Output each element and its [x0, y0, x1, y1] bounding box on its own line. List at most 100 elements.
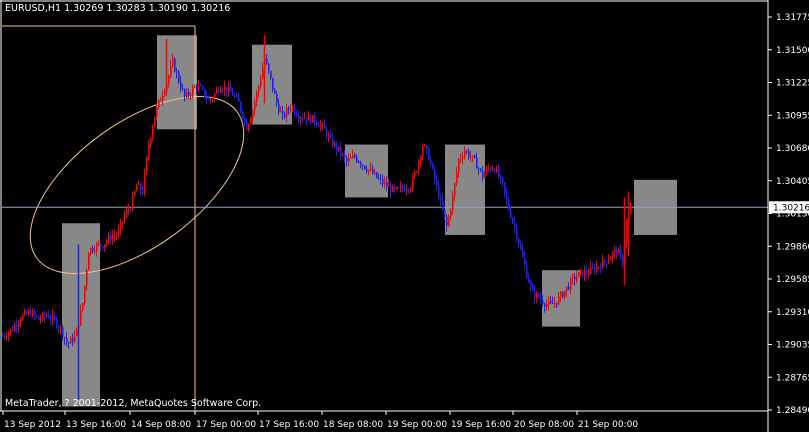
- candle-body: [180, 81, 182, 89]
- candle-body: [488, 167, 490, 169]
- candle-body: [344, 154, 346, 158]
- candle-body: [290, 108, 292, 110]
- candle-body: [232, 91, 234, 96]
- price-tick-label: 1.30405: [776, 177, 809, 187]
- candle-body: [92, 248, 94, 252]
- candle-body: [468, 151, 470, 158]
- candle-body: [234, 95, 236, 97]
- candle-body: [504, 182, 506, 193]
- price-tick-label: 1.28490: [776, 406, 809, 416]
- candle-body: [448, 216, 450, 227]
- candle-body: [302, 117, 304, 119]
- candle-body: [456, 172, 458, 184]
- candle-body: [386, 182, 388, 187]
- time-tick-label: 19 Sep 16:00: [451, 420, 511, 430]
- candle-body: [262, 68, 264, 79]
- candle-body: [548, 301, 550, 305]
- candle-body: [590, 267, 592, 274]
- candle-body: [84, 285, 86, 304]
- candle-body: [404, 188, 406, 191]
- candle-body: [44, 313, 46, 317]
- candle-body: [594, 268, 596, 272]
- candle-body: [252, 110, 254, 119]
- price-tick-label: 1.31775: [776, 13, 809, 23]
- candle-body: [544, 304, 546, 308]
- candle-body: [296, 113, 298, 117]
- candle-body: [114, 235, 116, 237]
- candle-body: [452, 195, 454, 211]
- candle-body: [600, 266, 602, 269]
- candle-body: [32, 311, 34, 316]
- price-tick-label: 1.29310: [776, 308, 809, 318]
- candle-body: [254, 101, 256, 111]
- candle-body: [630, 206, 632, 214]
- candle-body: [378, 177, 380, 179]
- candle-body: [28, 311, 30, 315]
- candle-body: [304, 117, 306, 119]
- candle-body: [352, 155, 354, 158]
- candle-body: [288, 108, 290, 110]
- price-tick-label: 1.28765: [776, 373, 809, 383]
- candle-body: [64, 337, 66, 339]
- candle-body: [360, 162, 362, 166]
- candle-body: [20, 319, 22, 324]
- candle-body: [412, 176, 414, 189]
- candle-body: [238, 96, 240, 102]
- candle-body: [426, 145, 428, 149]
- candle-body: [218, 89, 220, 93]
- candle-body: [98, 243, 100, 245]
- candle-body: [230, 86, 232, 92]
- candle-body: [596, 266, 598, 272]
- candle-body: [278, 103, 280, 113]
- candle-body: [374, 172, 376, 174]
- candle-body: [602, 259, 604, 269]
- candle-body: [380, 178, 382, 180]
- candle-body: [538, 293, 540, 298]
- candle-body: [72, 337, 74, 342]
- candle-body: [280, 111, 282, 113]
- candle-body: [250, 118, 252, 124]
- candle-body: [82, 303, 84, 310]
- candle-body: [508, 199, 510, 211]
- candle-body: [334, 143, 336, 147]
- candle-body: [136, 185, 138, 192]
- candle-body: [246, 120, 248, 131]
- candle-body: [314, 115, 316, 123]
- candle-body: [382, 178, 384, 184]
- candle-body: [30, 311, 32, 316]
- time-tick-label: 21 Sep 00:00: [578, 420, 638, 430]
- candle-body: [128, 210, 130, 212]
- candle-body: [150, 138, 152, 146]
- candle-body: [366, 168, 368, 172]
- candle-body: [520, 244, 522, 249]
- candle-body: [346, 157, 348, 162]
- candle-body: [562, 292, 564, 298]
- candle-body: [502, 177, 504, 183]
- candle-body: [536, 293, 538, 299]
- candle-body: [408, 189, 410, 191]
- candle-body: [370, 168, 372, 170]
- candle-body: [122, 221, 124, 223]
- candle-body: [134, 191, 136, 196]
- candle-body: [2, 336, 4, 338]
- candle-body: [428, 148, 430, 160]
- chart-header: EURUSD,H1 1.30269 1.30283 1.30190 1.3021…: [5, 3, 230, 14]
- chart: 1.31775 1.31500 1.31225 1.30955 1.30680 1.304…: [0, 0, 809, 432]
- candle-body: [266, 58, 268, 64]
- candle-body: [466, 151, 468, 153]
- candle-body: [316, 122, 318, 125]
- candle-body: [176, 71, 178, 73]
- candle-body: [604, 259, 606, 263]
- candle-body: [318, 124, 320, 127]
- candle-body: [248, 123, 250, 131]
- candle-body: [210, 99, 212, 101]
- candle-body: [138, 183, 140, 186]
- copyright-text: MetaTrader, ? 2001-2012, MetaQuotes Soft…: [5, 398, 261, 409]
- candle-body: [358, 161, 360, 163]
- candle-body: [298, 116, 300, 120]
- candle-body: [320, 124, 322, 127]
- candle-body: [34, 311, 36, 316]
- candle-body: [18, 323, 20, 327]
- candle-body: [68, 342, 70, 344]
- candle-body: [300, 117, 302, 120]
